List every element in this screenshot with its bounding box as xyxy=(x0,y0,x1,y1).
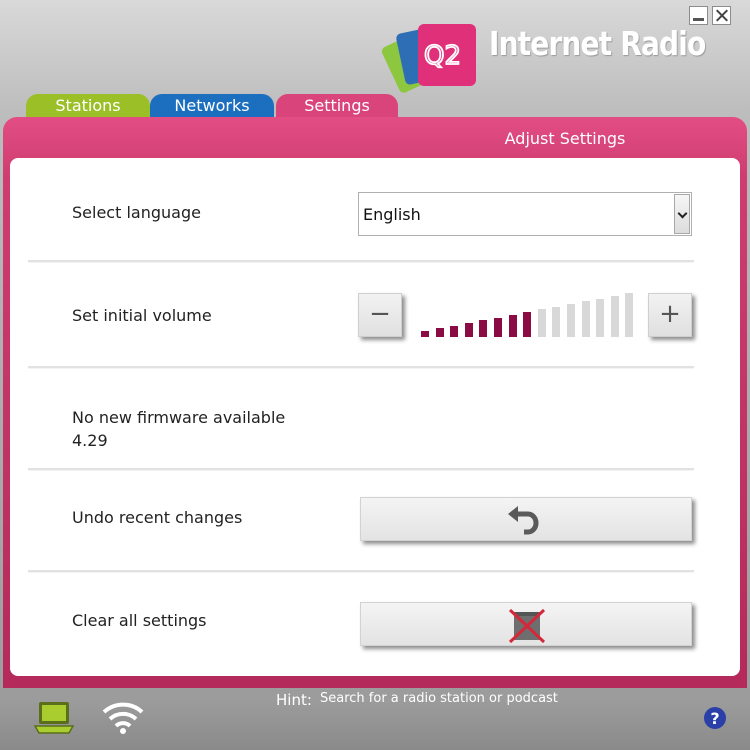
volume-bar[interactable] xyxy=(435,328,444,337)
language-value: English xyxy=(363,205,421,224)
volume-bar[interactable] xyxy=(610,295,619,337)
firmware-version: 4.29 xyxy=(72,431,108,450)
volume-label: Set initial volume xyxy=(72,306,212,325)
tab-settings[interactable]: Settings xyxy=(276,94,398,118)
volume-bar[interactable] xyxy=(494,317,502,337)
wifi-icon[interactable] xyxy=(100,698,146,736)
minimize-button[interactable] xyxy=(689,6,708,25)
volume-decrease-button[interactable]: − xyxy=(358,293,402,337)
volume-bar[interactable] xyxy=(479,320,488,337)
help-icon[interactable]: ? xyxy=(703,706,727,730)
undo-button[interactable] xyxy=(360,497,692,541)
hint-text: Search for a radio station or podcast xyxy=(320,691,558,706)
volume-bar[interactable] xyxy=(421,331,429,337)
volume-increase-button[interactable]: + xyxy=(648,293,692,337)
volume-bar[interactable] xyxy=(464,322,473,337)
volume-bar[interactable] xyxy=(581,301,590,337)
divider xyxy=(28,366,694,369)
volume-bar[interactable] xyxy=(596,298,605,337)
panel-title: Adjust Settings xyxy=(504,129,626,148)
chevron-down-icon[interactable] xyxy=(674,194,690,234)
app-title: Internet Radio xyxy=(489,24,706,63)
firmware-status: No new firmware available xyxy=(72,408,286,427)
volume-bar[interactable] xyxy=(508,314,517,337)
undo-icon xyxy=(508,506,539,535)
clear-icon xyxy=(508,608,546,644)
hint-label: Hint: xyxy=(276,691,312,709)
tab-stations[interactable]: Stations xyxy=(26,94,150,118)
volume-bar[interactable] xyxy=(537,309,546,337)
laptop-icon[interactable] xyxy=(33,699,75,737)
q2-logo: Q2 xyxy=(381,24,476,93)
close-button[interactable] xyxy=(712,6,731,25)
clear-settings-button[interactable] xyxy=(360,602,692,646)
divider xyxy=(28,570,694,573)
divider xyxy=(28,260,694,263)
clear-label: Clear all settings xyxy=(72,611,207,630)
volume-bar[interactable] xyxy=(450,325,459,337)
volume-bar[interactable] xyxy=(552,306,561,337)
volume-bar[interactable] xyxy=(625,293,634,337)
tab-networks[interactable]: Networks xyxy=(150,94,274,118)
svg-text:?: ? xyxy=(710,709,719,728)
logo-text: Q2 xyxy=(424,41,461,71)
undo-label: Undo recent changes xyxy=(72,508,243,527)
language-select[interactable]: English xyxy=(358,192,692,236)
divider xyxy=(28,468,694,471)
language-label: Select language xyxy=(72,203,201,222)
volume-bar[interactable] xyxy=(567,304,575,337)
volume-bar[interactable] xyxy=(523,312,532,337)
